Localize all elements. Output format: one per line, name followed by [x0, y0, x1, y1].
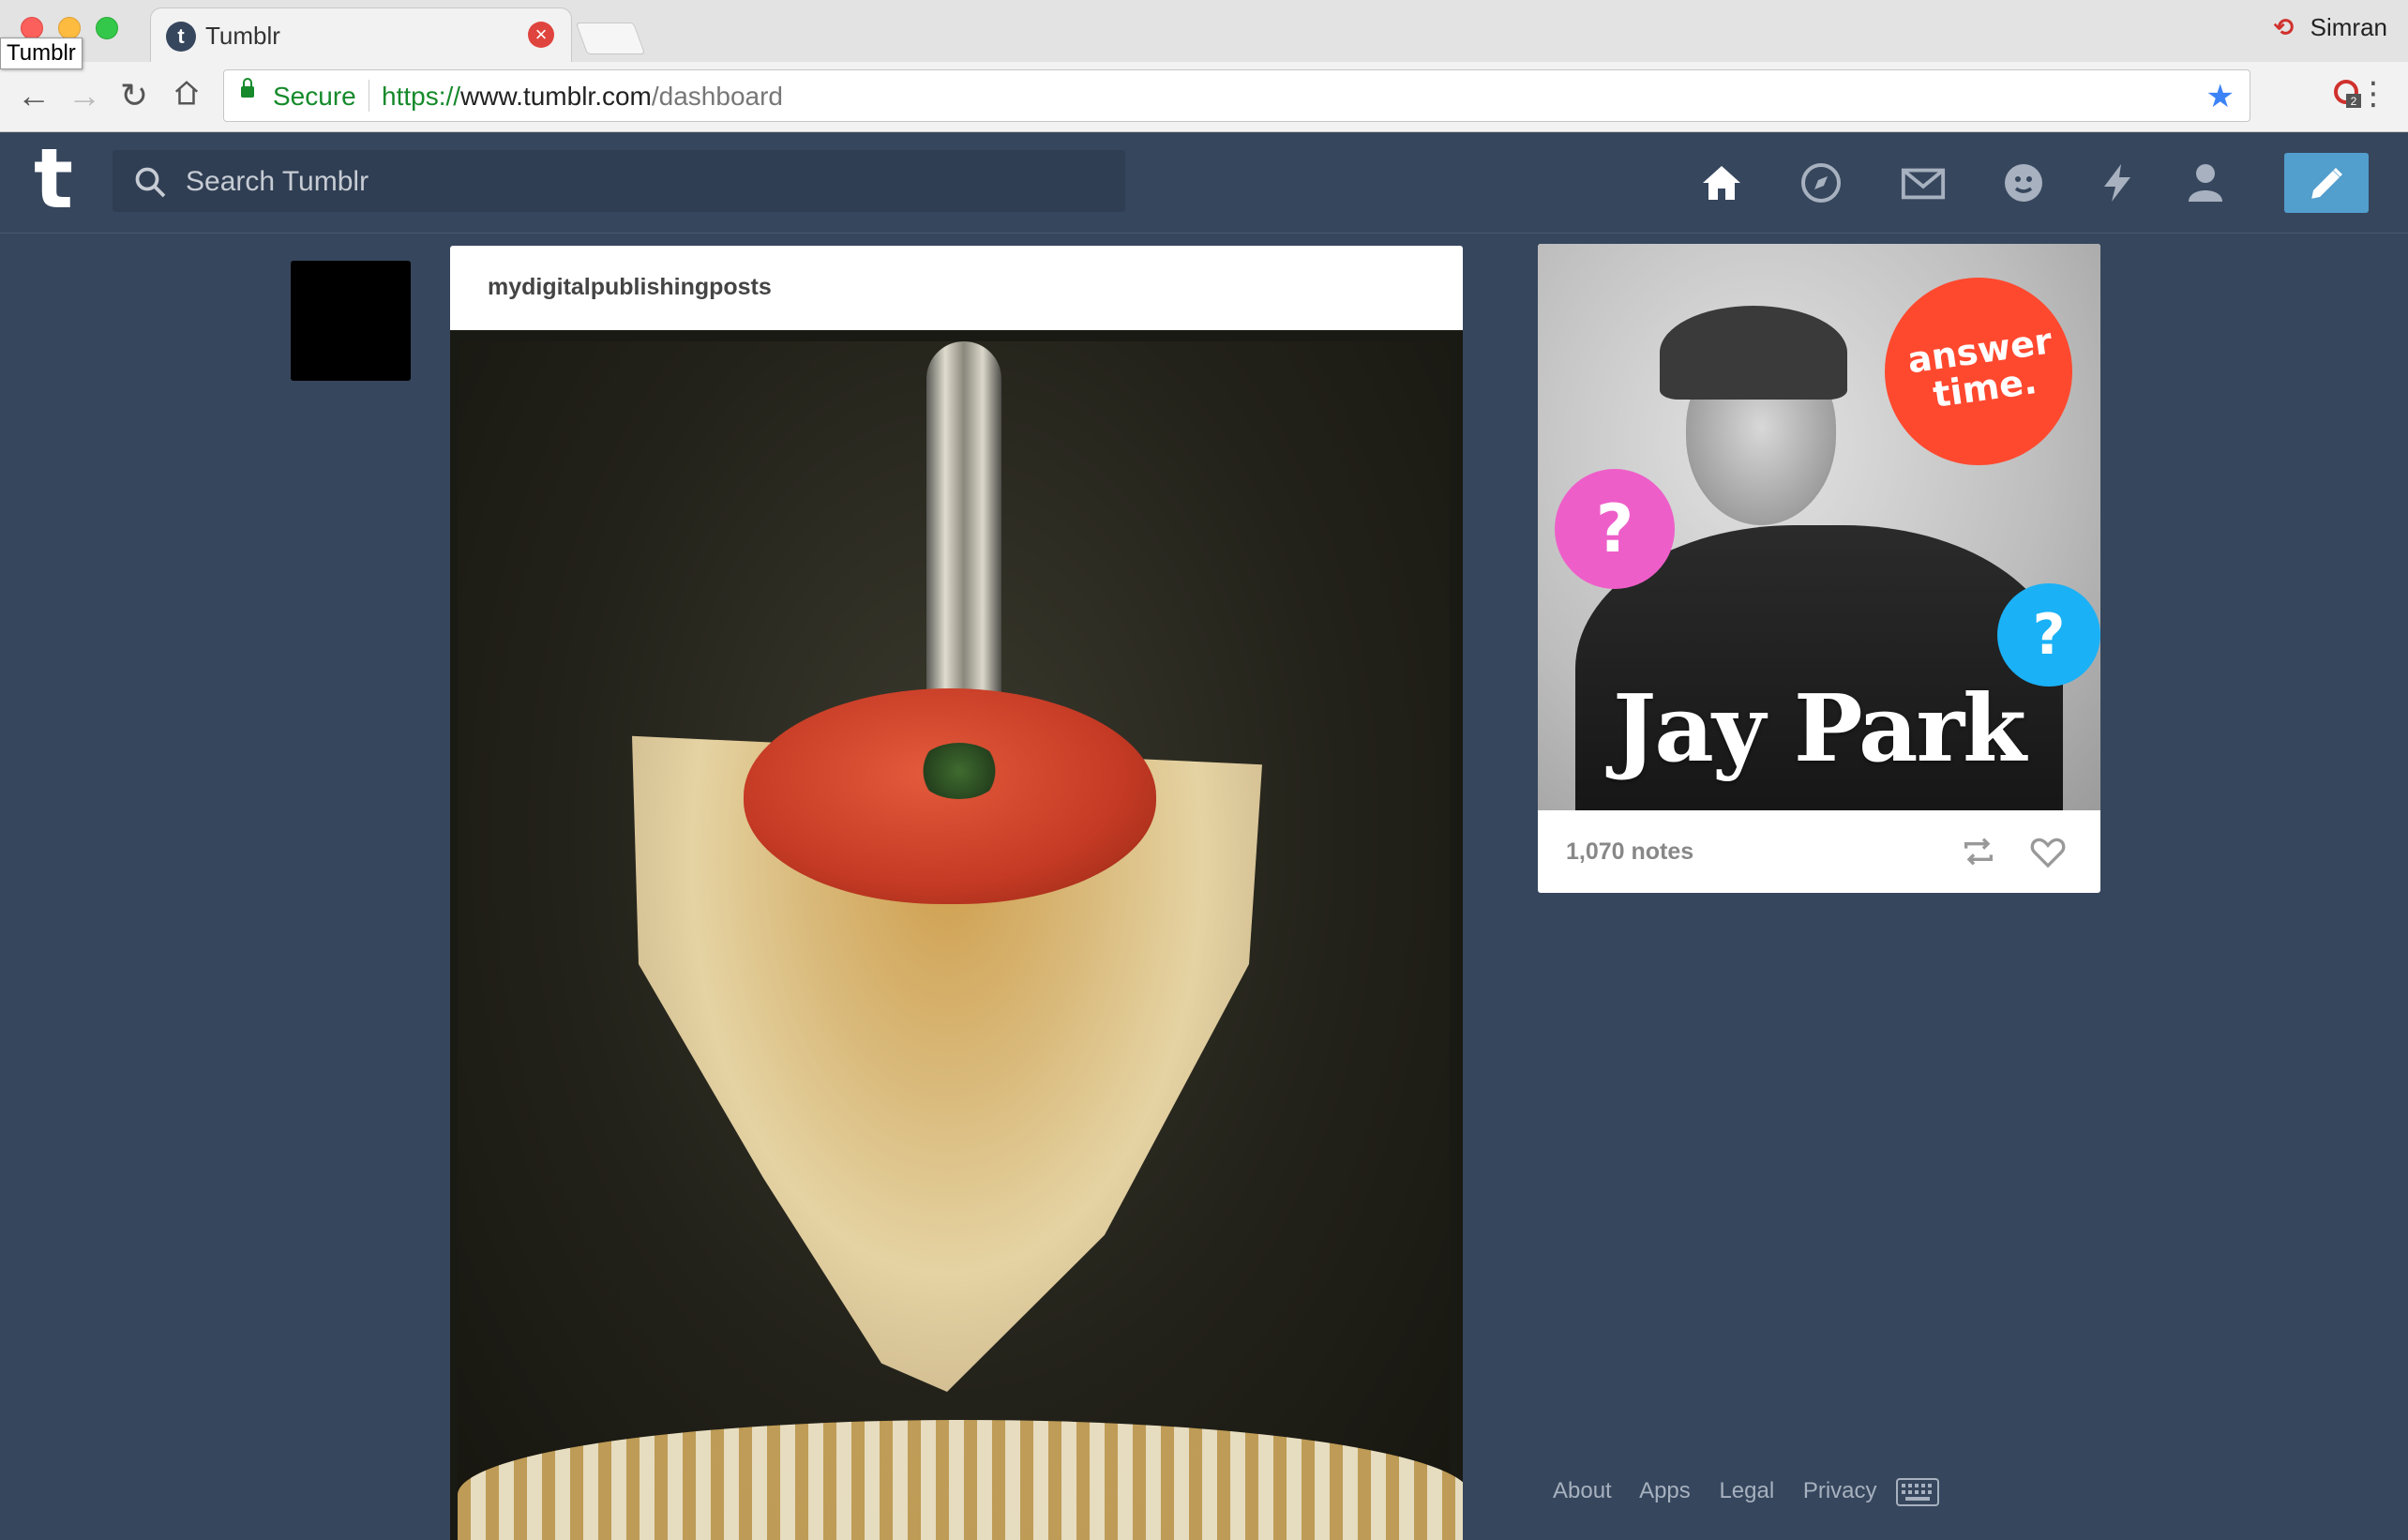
- keyboard-shortcuts-icon[interactable]: [1896, 1478, 1939, 1511]
- tumblr-favicon-icon: t: [166, 22, 196, 52]
- spoon-handle: [926, 341, 1001, 717]
- browser-tabstrip: t Tumblr × ⟲ Simran: [0, 0, 2408, 63]
- search-icon: [133, 165, 167, 204]
- secure-label: Secure: [273, 82, 356, 111]
- zoom-window-button[interactable]: [96, 17, 118, 39]
- search-box[interactable]: [113, 150, 1125, 214]
- ornate-plate: [458, 1420, 1463, 1540]
- tab-title: Tumblr: [205, 22, 280, 50]
- footer-link-privacy[interactable]: Privacy: [1803, 1478, 1877, 1503]
- footer-links: About Apps Legal Privacy: [1553, 1478, 1900, 1504]
- forward-arrow-icon[interactable]: →: [68, 77, 101, 114]
- svg-text:2: 2: [2351, 95, 2357, 108]
- footer-link-about[interactable]: About: [1553, 1478, 1612, 1503]
- messaging-icon[interactable]: [2001, 160, 2046, 205]
- browser-profile-button[interactable]: ⟲ Simran: [2274, 13, 2387, 42]
- browser-toolbar: ← → ↻ Secure https://www.tumblr.com/dash…: [0, 62, 2408, 132]
- search-input[interactable]: [184, 150, 1106, 214]
- browser-menu-icon[interactable]: ⋮: [2357, 75, 2389, 113]
- home-icon[interactable]: [1699, 160, 1744, 205]
- tab-close-icon[interactable]: ×: [528, 22, 554, 48]
- radar-footer: 1,070 notes: [1538, 810, 2100, 893]
- footer-link-apps[interactable]: Apps: [1639, 1478, 1691, 1503]
- answer-time-badge: answer time.: [1885, 278, 2072, 465]
- address-bar[interactable]: Secure https://www.tumblr.com/dashboard …: [223, 69, 2250, 122]
- tab-tooltip: Tumblr: [0, 38, 83, 69]
- question-badge-blue: ?: [1997, 583, 2100, 687]
- like-heart-icon[interactable]: [2029, 833, 2067, 875]
- radar-image[interactable]: answer time. ? ? Jay Park: [1538, 244, 2100, 810]
- new-tab-button[interactable]: [575, 23, 646, 54]
- person-cap: [1660, 306, 1847, 400]
- question-badge-pink: ?: [1555, 469, 1675, 589]
- compose-button[interactable]: [2284, 153, 2369, 213]
- explore-icon[interactable]: [1798, 160, 1844, 205]
- profile-sync-icon: ⟲: [2273, 13, 2295, 41]
- radar-card[interactable]: answer time. ? ? Jay Park 1,070 notes: [1538, 244, 2100, 893]
- account-icon[interactable]: [2183, 160, 2228, 205]
- back-arrow-icon[interactable]: ←: [17, 77, 51, 114]
- close-window-button[interactable]: [21, 17, 43, 39]
- minimize-window-button[interactable]: [58, 17, 81, 39]
- tumblr-logo[interactable]: t: [34, 138, 73, 220]
- avatar[interactable]: [291, 261, 411, 381]
- reblog-icon[interactable]: [1960, 833, 1997, 875]
- pencil-icon: [2307, 164, 2346, 208]
- home-browser-icon[interactable]: [173, 77, 201, 114]
- post-header: mydigitalpublishingposts: [450, 246, 1463, 330]
- browser-tab-tumblr[interactable]: t Tumblr ×: [150, 8, 572, 63]
- reload-icon[interactable]: ↻: [120, 77, 148, 114]
- footer-link-legal[interactable]: Legal: [1719, 1478, 1774, 1503]
- post-author-link[interactable]: mydigitalpublishingposts: [488, 274, 772, 301]
- lock-icon: [241, 78, 254, 98]
- bookmark-star-icon[interactable]: ★: [2206, 78, 2235, 115]
- radar-title: Jay Park: [1613, 675, 2026, 783]
- profile-name: Simran: [2310, 13, 2387, 41]
- activity-icon[interactable]: [2095, 160, 2140, 205]
- photo-background: [458, 341, 1463, 1540]
- notes-count[interactable]: 1,070 notes: [1566, 838, 1693, 866]
- inbox-icon[interactable]: [1900, 160, 1946, 205]
- post-photo[interactable]: [450, 330, 1463, 1540]
- tumblr-header: t: [0, 132, 2408, 234]
- parsley-garnish: [917, 743, 1001, 799]
- url-text[interactable]: https://www.tumblr.com/dashboard: [382, 82, 783, 112]
